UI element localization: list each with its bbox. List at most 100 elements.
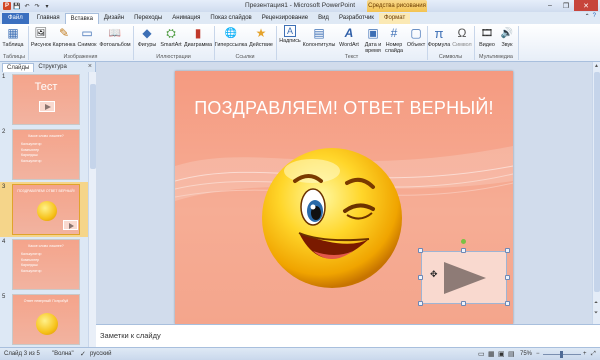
slides-scrollbar[interactable]: [88, 72, 96, 347]
resize-handle[interactable]: [418, 301, 423, 306]
minimize-button[interactable]: –: [542, 0, 558, 11]
resize-handle[interactable]: [461, 248, 466, 253]
zoom-slider-thumb[interactable]: [560, 351, 563, 358]
tab-developer[interactable]: Разработчик: [334, 13, 379, 24]
header-footer-button[interactable]: ▤ Колонтитулы: [302, 25, 336, 48]
notes-pane[interactable]: Заметки к слайду: [96, 324, 600, 347]
tab-format[interactable]: Формат: [378, 13, 411, 24]
wordart-button[interactable]: A WordArt: [336, 25, 362, 48]
language-indicator[interactable]: русский: [90, 351, 112, 357]
slide-title: Какое слово лишнее?: [28, 134, 64, 138]
group-label-media: Мультимедиа: [479, 54, 513, 60]
resize-handle[interactable]: [505, 248, 510, 253]
slide-thumbnail-2[interactable]: 2 Какое слово лишнее? Калькулятор Компью…: [0, 127, 88, 182]
powerpoint-logo-icon[interactable]: P: [3, 2, 11, 10]
qat-customize-icon[interactable]: ▾: [43, 2, 51, 10]
slides-panel: Слайды Структура × 1 Тест 2 Какое слово …: [0, 62, 96, 347]
tab-slide-show[interactable]: Показ слайдов: [205, 13, 256, 24]
tab-insert[interactable]: Вставка: [64, 13, 99, 24]
date-time-icon: ▣: [367, 26, 379, 40]
resize-handle[interactable]: [418, 248, 423, 253]
slide-thumbnail-5[interactable]: 5 Ответ неверный! Попробуй: [0, 292, 88, 347]
scroll-up-icon[interactable]: ▲: [594, 63, 599, 69]
close-panel-icon[interactable]: ×: [88, 63, 92, 70]
fit-to-window-icon[interactable]: ⤢: [591, 351, 596, 358]
save-icon[interactable]: 💾: [13, 2, 21, 10]
audio-icon: 🔊: [500, 27, 514, 39]
zoom-level[interactable]: 75%: [520, 351, 532, 357]
screenshot-button[interactable]: ▭ Снимок: [74, 25, 100, 48]
resize-handle[interactable]: [418, 275, 423, 280]
tab-outline[interactable]: Структура: [34, 63, 70, 72]
group-label-images: Изображения: [63, 54, 98, 60]
close-button[interactable]: ✕: [574, 0, 598, 11]
zoom-out-icon[interactable]: −: [536, 351, 540, 357]
slide-sorter-icon[interactable]: ▦: [488, 350, 495, 358]
slide-title[interactable]: ПОЗДРАВЛЯЕМ! ОТВЕТ ВЕРНЫЙ!: [175, 98, 513, 119]
group-label-tables: Таблицы: [2, 54, 25, 60]
group-label-text: Текст: [344, 54, 359, 60]
current-slide[interactable]: ПОЗДРАВЛЯЕМ! ОТВЕТ ВЕРНЫЙ! ✥: [175, 71, 513, 324]
spellcheck-icon[interactable]: ✓: [80, 350, 86, 358]
reading-view-icon[interactable]: ▣: [498, 350, 505, 358]
smartart-icon: ⛭: [166, 25, 176, 40]
ribbon-minimize-icon[interactable]: ⌃: [585, 13, 590, 20]
audio-button[interactable]: 🔊 Звук: [494, 25, 520, 49]
next-slide-icon[interactable]: ⏷: [594, 310, 598, 316]
tab-file[interactable]: Файл: [2, 13, 29, 24]
maximize-button[interactable]: ❐: [558, 0, 574, 11]
normal-view-icon[interactable]: ▭: [478, 350, 485, 358]
quick-access-toolbar: P 💾 ↶ ↷ ▾: [0, 2, 51, 10]
help-icon[interactable]: ?: [593, 13, 596, 20]
resize-handle[interactable]: [505, 301, 510, 306]
smartart-button[interactable]: ⛭ SmartArt: [158, 25, 184, 49]
symbol-button[interactable]: Ω Символ: [449, 25, 475, 48]
winking-smiley-image[interactable]: [257, 143, 407, 293]
option-label: Калькулятор: [21, 252, 42, 256]
resize-handle[interactable]: [461, 301, 466, 306]
tab-animations[interactable]: Анимация: [167, 13, 205, 24]
ribbon-tabs: Файл Главная Вставка Дизайн Переходы Ани…: [0, 12, 600, 24]
redo-icon[interactable]: ↷: [33, 2, 41, 10]
editor-scrollbar[interactable]: ▲ ⏶ ⏷: [592, 62, 600, 324]
zoom-in-icon[interactable]: +: [583, 351, 587, 357]
photo-album-button[interactable]: 📖 Фотоальбом: [99, 25, 131, 49]
group-label-links: Ссылки: [235, 54, 255, 60]
hyperlink-icon: 🌐: [224, 27, 238, 39]
shapes-button[interactable]: ◆ Фигуры: [134, 25, 160, 48]
photo-album-icon: 📖: [108, 27, 122, 39]
action-button[interactable]: ★ Действие: [248, 25, 274, 48]
hyperlink-button[interactable]: 🌐 Гиперссылка: [215, 25, 247, 49]
option-label: Калькулятор: [21, 158, 42, 163]
status-bar: Слайд 3 из 5 "Волна" ✓ русский ▭ ▦ ▣ ▤ 7…: [0, 347, 600, 360]
tab-view[interactable]: Вид: [313, 13, 334, 24]
group-separator: [518, 26, 519, 60]
tab-design[interactable]: Дизайн: [99, 13, 129, 24]
theme-name[interactable]: "Волна": [52, 351, 74, 357]
previous-slide-icon[interactable]: ⏶: [594, 300, 598, 306]
tab-slides[interactable]: Слайды: [2, 63, 35, 72]
object-icon: ▢: [410, 26, 422, 40]
scrollbar-thumb[interactable]: [594, 72, 600, 292]
table-button[interactable]: ▦ Таблица: [0, 25, 26, 48]
tab-home[interactable]: Главная: [32, 13, 65, 24]
tab-transitions[interactable]: Переходы: [129, 13, 167, 24]
slide-thumbnail-1[interactable]: 1 Тест: [0, 72, 88, 127]
slide-thumbnail-4[interactable]: 4 Какое слово лишнее? Калькулятор Компью…: [0, 237, 88, 292]
slideshow-view-icon[interactable]: ▤: [508, 350, 515, 358]
zoom-slider[interactable]: [543, 351, 581, 358]
chart-button[interactable]: ▮ Диаграмма: [183, 25, 213, 48]
ribbon: ▦ Таблица 🖼 Рисунок ✎ Картинка ▭ Снимок 📖 Фот…: [0, 24, 600, 62]
slide-number: 5: [2, 294, 6, 300]
resize-handle[interactable]: [505, 275, 510, 280]
tab-review[interactable]: Рецензирование: [257, 13, 313, 24]
symbol-icon: Ω: [457, 26, 467, 40]
slide-title: Поздравляем! Ответ верный!: [17, 189, 75, 193]
slide-thumbnail-3[interactable]: 3 Поздравляем! Ответ верный!: [0, 182, 88, 237]
rotation-handle[interactable]: [461, 239, 466, 244]
undo-icon[interactable]: ↶: [23, 2, 31, 10]
table-icon: ▦: [7, 26, 19, 40]
slide-title: Какое слово лишнее?: [28, 244, 64, 248]
textbox-button[interactable]: A Надпись: [277, 25, 303, 44]
wordart-icon: A: [344, 26, 354, 40]
